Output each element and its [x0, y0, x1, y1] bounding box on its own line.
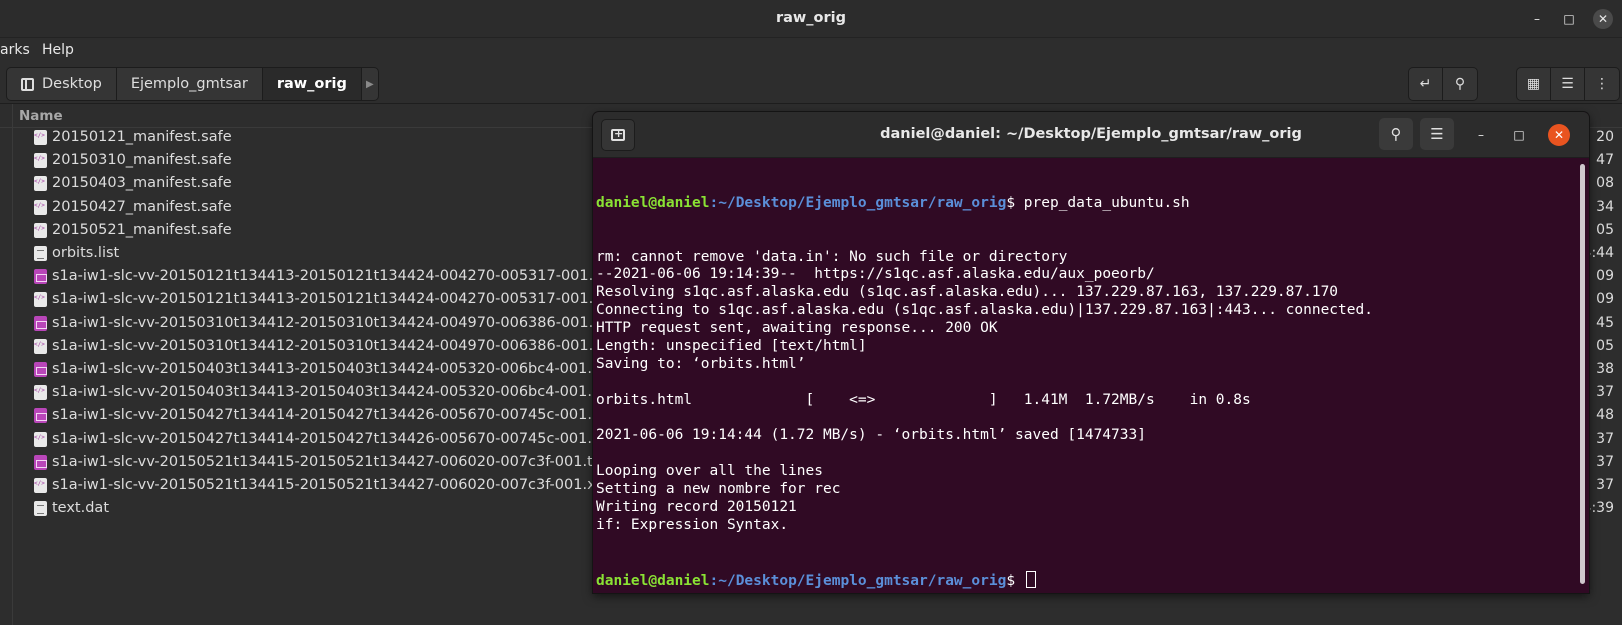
file-name: 20150403_manifest.safe: [52, 175, 232, 192]
minimize-button[interactable]: –: [1527, 9, 1547, 29]
terminal-output-line: rm: cannot remove 'data.in': No such fil…: [596, 248, 1068, 265]
search-icon[interactable]: ⚲: [1443, 68, 1477, 100]
file-name: s1a-iw1-slc-vv-20150310t134412-20150310t…: [52, 314, 613, 331]
breadcrumb-label: raw_orig: [276, 76, 347, 92]
breadcrumb: Desktop Ejemplo_gmtsar raw_orig ▶: [6, 67, 379, 101]
terminal-output-line: [596, 445, 1576, 463]
file-name: s1a-iw1-slc-vv-20150121t134413-20150121t…: [52, 291, 620, 308]
terminal-output-line: if: Expression Syntax.: [596, 516, 789, 533]
code-file-icon: [34, 478, 47, 493]
code-file-icon: [34, 199, 47, 215]
file-name: s1a-iw1-slc-vv-20150403t134413-20150403t…: [52, 384, 619, 401]
terminal-output-line: Looping over all the lines: [596, 463, 823, 480]
text-file-icon: [34, 501, 47, 517]
menu-help[interactable]: Help: [42, 42, 74, 58]
terminal-cursor: [1025, 570, 1036, 588]
terminal-minimize-button[interactable]: –: [1470, 124, 1492, 146]
file-manager-titlebar: raw_orig – □ ✕: [0, 0, 1622, 38]
terminal-command-line: daniel@daniel:~/Desktop/Ejemplo_gmtsar/r…: [596, 194, 1190, 211]
close-button[interactable]: ✕: [1593, 9, 1613, 29]
window-title: raw_orig: [775, 10, 847, 26]
file-name: s1a-iw1-slc-vv-20150310t134412-20150310t…: [52, 337, 620, 354]
terminal-header: daniel@daniel: ~/Desktop/Ejemplo_gmtsar/…: [593, 112, 1589, 158]
terminal-output-line: Length: unspecified [text/html]: [596, 337, 867, 354]
file-name: 20150121_manifest.safe: [52, 129, 232, 145]
code-file-icon: [34, 130, 47, 145]
file-name: 20150521_manifest.safe: [52, 221, 232, 238]
breadcrumb-desktop[interactable]: Desktop: [7, 68, 117, 100]
terminal-output-line: Saving to: ‘orbits.html’: [596, 355, 806, 372]
view-options-icon[interactable]: ⋮: [1585, 68, 1619, 100]
terminal-output-line: --2021-06-06 19:14:39-- https://s1qc.asf…: [596, 266, 1155, 283]
terminal-output-line: [596, 374, 1576, 392]
menu-bar: arks Help: [0, 38, 1622, 64]
terminal-prompt-line[interactable]: daniel@daniel:~/Desktop/Ejemplo_gmtsar/r…: [596, 570, 1576, 589]
breadcrumb-label: Desktop: [42, 76, 102, 92]
file-name: text.dat: [52, 500, 110, 517]
file-name: s1a-iw1-slc-vv-20150427t134414-20150427t…: [52, 407, 612, 424]
terminal-output-line: Setting a new nombre for rec: [596, 481, 841, 498]
toolbar: Desktop Ejemplo_gmtsar raw_orig ▶ ↵ ⚲ ▦ …: [0, 64, 1622, 104]
view-toggle-group: ▦ ☰ ⋮: [1516, 67, 1620, 101]
terminal-output-line: orbits.html [ <=> ] 1.41M 1.72MB/s in 0.…: [596, 391, 1251, 408]
file-name: s1a-iw1-slc-vv-20150121t134413-20150121t…: [52, 268, 613, 285]
terminal-output-line: [596, 410, 1576, 428]
terminal-output-line: Writing record 20150121: [596, 498, 797, 515]
hamburger-menu-icon: ☰: [1430, 125, 1444, 143]
image-file-icon: [34, 315, 47, 331]
file-name: s1a-iw1-slc-vv-20150521t134415-20150521t…: [52, 477, 614, 493]
menu-bookmarks[interactable]: arks: [0, 42, 30, 58]
breadcrumb-forward-arrow-icon[interactable]: ▶: [362, 68, 378, 100]
terminal-output-line: Resolving s1qc.asf.alaska.edu (s1qc.asf.…: [596, 284, 1339, 301]
terminal-output-line: Connecting to s1qc.asf.alaska.edu (s1qc.…: [596, 302, 1373, 319]
image-file-icon: [34, 269, 47, 285]
terminal-maximize-button[interactable]: □: [1508, 124, 1530, 146]
terminal-menu-button[interactable]: ☰: [1420, 118, 1454, 150]
image-file-icon: [34, 362, 47, 377]
image-file-icon: [34, 408, 47, 424]
terminal-scrollbar[interactable]: [1580, 164, 1585, 584]
code-file-icon: [34, 222, 47, 238]
file-name: s1a-iw1-slc-vv-20150403t134413-20150403t…: [52, 361, 612, 377]
breadcrumb-label: Ejemplo_gmtsar: [130, 76, 248, 92]
breadcrumb-raw-orig[interactable]: raw_orig: [262, 68, 362, 100]
terminal-window[interactable]: daniel@daniel: ~/Desktop/Ejemplo_gmtsar/…: [593, 112, 1589, 593]
file-name: s1a-iw1-slc-vv-20150521t134415-20150521t…: [52, 453, 607, 470]
code-file-icon: [34, 292, 47, 308]
file-name: orbits.list: [52, 245, 120, 261]
file-name: 20150427_manifest.safe: [52, 198, 232, 215]
terminal-close-button[interactable]: ✕: [1548, 124, 1570, 146]
terminal-search-button[interactable]: ⚲: [1379, 118, 1413, 150]
grid-view-icon[interactable]: ▦: [1517, 68, 1551, 100]
image-file-icon: [34, 454, 47, 470]
terminal-output[interactable]: daniel@daniel:~/Desktop/Ejemplo_gmtsar/r…: [596, 159, 1576, 589]
maximize-button[interactable]: □: [1559, 9, 1579, 29]
file-name: s1a-iw1-slc-vv-20150427t134414-20150427t…: [52, 430, 619, 447]
terminal-output-line: 2021-06-06 19:14:44 (1.72 MB/s) - ‘orbit…: [596, 427, 1146, 444]
column-header-label: Name: [19, 108, 63, 124]
terminal-output-line: HTTP request sent, awaiting response... …: [596, 320, 998, 337]
search-icon: ⚲: [1390, 125, 1402, 143]
list-view-icon[interactable]: ☰: [1551, 68, 1585, 100]
code-file-icon: [34, 153, 47, 169]
file-name: 20150310_manifest.safe: [52, 152, 232, 169]
code-file-icon: [34, 385, 47, 401]
code-file-icon: [34, 338, 47, 354]
desktop-icon: [21, 77, 34, 91]
code-file-icon: [34, 431, 47, 447]
path-edit-icon[interactable]: ↵: [1409, 68, 1443, 100]
breadcrumb-ejemplo-gmtsar[interactable]: Ejemplo_gmtsar: [117, 68, 263, 100]
terminal-output-lines: rm: cannot remove 'data.in': No such fil…: [596, 249, 1576, 535]
text-file-icon: [34, 246, 47, 261]
path-search-group: ↵ ⚲: [1408, 67, 1478, 101]
code-file-icon: [34, 176, 47, 192]
